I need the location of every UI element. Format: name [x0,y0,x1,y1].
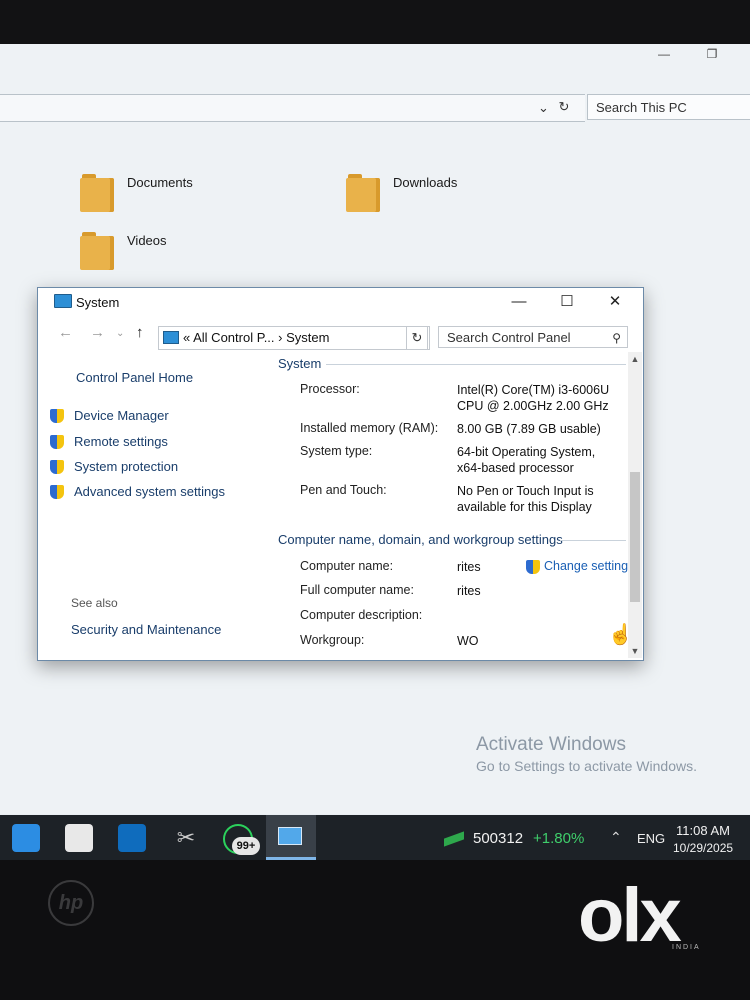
divider [560,540,626,541]
maximize-button[interactable]: ☐ [544,290,590,314]
stock-change[interactable]: +1.80% [533,830,584,847]
refresh-button[interactable]: ↻ [406,326,428,350]
search-this-pc-input[interactable]: Search This PC [587,94,750,120]
system-type-value: 64-bit Operating System, x64-based proce… [457,445,596,475]
memory-label: Installed memory (RAM): [300,421,439,435]
clock-time[interactable]: 11:08 AM [676,823,730,838]
clock-date[interactable]: 10/29/2025 [673,841,733,855]
section-title-system: System [278,356,322,371]
recent-chevron-icon[interactable]: ⌄ [116,328,124,339]
divider [326,364,626,365]
stock-value[interactable]: 500312 [473,830,523,847]
stock-chart-icon[interactable] [444,831,464,847]
mail-icon[interactable] [12,824,40,852]
back-arrow-icon[interactable]: ← [58,324,73,341]
refresh-icon[interactable]: ↻ [556,99,572,115]
link-label: Device Manager [74,408,169,423]
videos-folder-icon[interactable] [80,230,122,270]
control-panel-icon [163,331,179,344]
folder-label-downloads[interactable]: Downloads [393,175,457,190]
system-details-pane: System Processor: Intel(R) Core(TM) i3-6… [270,352,628,658]
navigation-bar: ← → ⌄ ↑ « All Control P... › System ⌄ ↻ … [38,318,643,350]
downloads-folder-icon[interactable] [346,172,388,212]
watermark-line1: Activate Windows [476,734,626,755]
notification-badge: 99+ [232,837,260,855]
see-also-heading: See also [71,596,118,610]
system-type-label: System type: [300,444,373,458]
hand-cursor-icon: ☝ [608,624,633,646]
laptop-bezel-top [0,0,750,44]
search-control-panel-input[interactable]: Search Control Panel ⚲ [438,326,628,348]
minimize-button[interactable]: — [496,290,542,314]
full-computer-name-label: Full computer name: [300,583,414,597]
workgroup-value: WO [457,634,479,648]
control-panel-home-link[interactable]: Control Panel Home [76,370,193,385]
screen: — ❐ ⌄ ↻ Search This PC Documents Downloa… [0,44,750,860]
folder-label-videos[interactable]: Videos [127,233,167,248]
workgroup-label: Workgroup: [300,633,365,647]
forward-arrow-icon[interactable]: → [90,324,105,341]
explorer-address-bar[interactable] [0,94,585,122]
section-title-computer-name: Computer name, domain, and workgroup set… [278,532,563,547]
vertical-scrollbar[interactable]: ▲ ▼ [628,352,642,658]
memory-value: 8.00 GB (7.89 GB usable) [457,422,601,436]
explorer-restore-button[interactable]: ❐ [700,44,724,64]
chevron-up-icon[interactable]: ⌃ [610,829,622,846]
shield-icon [50,485,64,499]
control-panel-icon [278,827,302,845]
olx-watermark-logo: olx [578,873,682,958]
change-settings-label: Change settings [544,559,628,573]
link-label: Remote settings [74,434,168,449]
scroll-up-icon[interactable]: ▲ [628,354,642,364]
security-and-maintenance-link[interactable]: Security and Maintenance [71,622,221,637]
computer-name-value: rites [457,560,481,574]
folder-label-documents[interactable]: Documents [127,175,193,190]
store-icon[interactable] [65,824,93,852]
shield-icon [50,435,64,449]
left-pane: Control Panel Home Device Manager Remote… [38,350,268,658]
hp-logo: hp [48,880,94,926]
taskbar: ✂ 99+ 500312 +1.80% ⌃ ENG 11:08 AM 10/29… [0,815,750,860]
scroll-down-icon[interactable]: ▼ [628,646,642,656]
close-button[interactable]: ✕ [592,290,638,314]
shield-icon [50,460,64,474]
chevron-down-icon[interactable]: ⌄ [538,100,549,116]
pen-touch-value: No Pen or Touch Input is available for t… [457,484,594,514]
shield-icon [526,560,540,574]
title-bar[interactable]: System — ☐ ✕ [38,288,643,316]
scrollbar-thumb[interactable] [630,472,640,602]
snipping-tool-icon[interactable]: ✂ [172,824,200,852]
processor-label: Processor: [300,382,360,396]
breadcrumb[interactable]: « All Control P... › System ⌄ [158,326,430,350]
shield-icon [50,409,64,423]
activate-windows-watermark: Activate Windows Go to Settings to activ… [476,734,697,774]
search-icon[interactable]: ⚲ [612,327,621,349]
processor-value: Intel(R) Core(TM) i3-6006U CPU @ 2.00GHz… [457,383,610,413]
system-window: System — ☐ ✕ ← → ⌄ ↑ « All Control P... … [37,287,644,661]
link-label: System protection [74,459,179,474]
computer-name-label: Computer name: [300,559,394,573]
search-placeholder: Search Control Panel [447,330,571,345]
full-computer-name-value: rites [457,584,481,598]
watermark-line2: Go to Settings to activate Windows. [476,758,697,774]
monitor-icon [54,294,72,308]
outlook-icon[interactable] [118,824,146,852]
computer-description-label: Computer description: [300,608,423,622]
documents-folder-icon[interactable] [80,172,122,212]
olx-india-text: INDIA [672,944,701,951]
breadcrumb-text: « All Control P... › System [183,330,330,345]
window-title: System [76,295,120,310]
link-label: Advanced system settings [74,484,226,499]
language-indicator[interactable]: ENG [637,831,665,846]
pen-touch-label: Pen and Touch: [300,483,387,497]
up-arrow-icon[interactable]: ↑ [136,324,144,341]
explorer-minimize-button[interactable]: — [652,44,676,64]
change-settings-link[interactable]: Change settings [526,559,628,574]
